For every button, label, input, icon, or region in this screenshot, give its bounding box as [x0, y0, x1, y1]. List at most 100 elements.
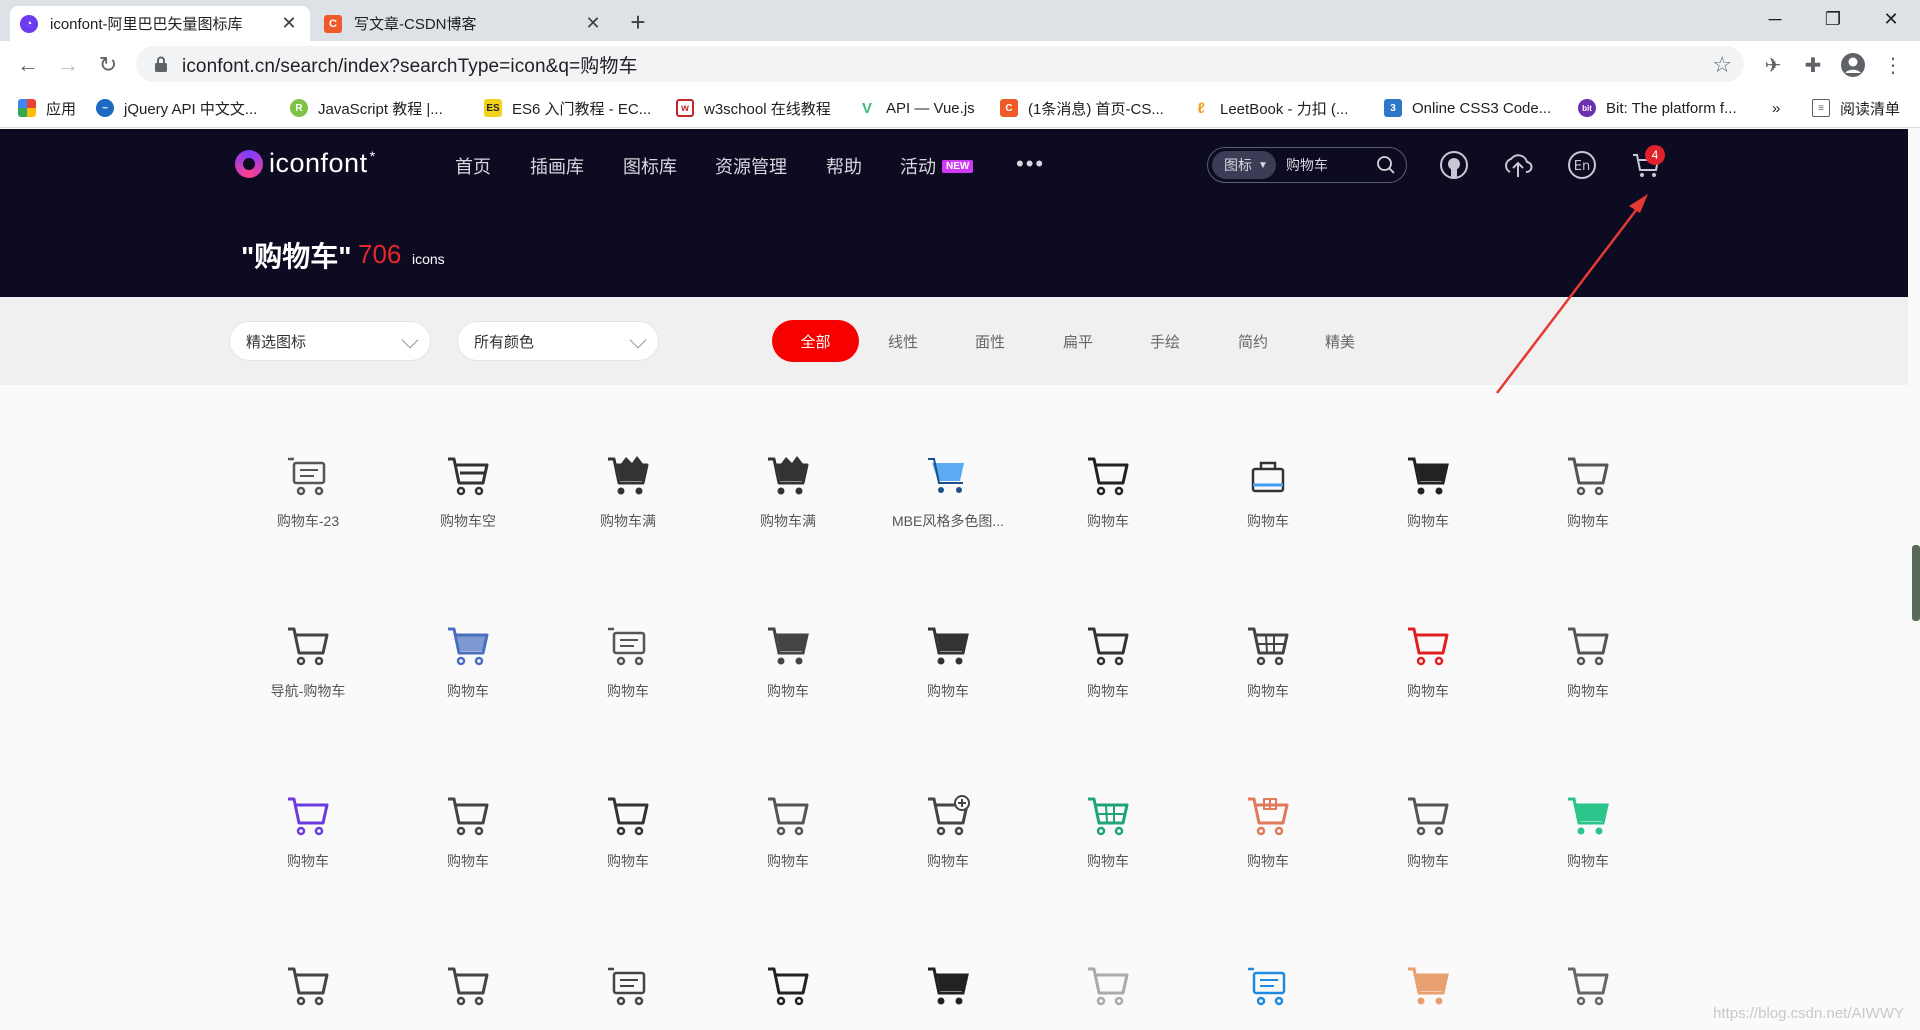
extension-bird-icon[interactable]: ✈ — [1758, 50, 1788, 80]
icon-card[interactable]: 购物车 — [1193, 451, 1343, 571]
close-window-icon[interactable]: ✕ — [1862, 0, 1920, 38]
bookmark-jquery[interactable]: ~ jQuery API 中文文... — [96, 97, 257, 119]
icon-card[interactable] — [233, 961, 383, 1030]
nav-help[interactable]: 帮助 — [826, 153, 862, 179]
language-en-icon[interactable]: En — [1566, 149, 1598, 181]
nav-resources[interactable]: 资源管理 — [715, 153, 787, 179]
icon-card[interactable]: 购物车 — [1193, 621, 1343, 741]
upload-icon[interactable] — [1502, 149, 1534, 181]
icon-card[interactable]: 购物车 — [873, 791, 1023, 911]
icon-card[interactable]: MBE风格多色图... — [873, 451, 1023, 571]
icon-card[interactable] — [393, 961, 543, 1030]
icon-card[interactable]: 购物车 — [713, 621, 863, 741]
color-filter-dropdown[interactable]: 所有颜色 — [457, 321, 659, 361]
close-tab-icon[interactable]: ✕ — [582, 13, 604, 34]
icon-card[interactable]: 购物车-23 — [233, 451, 383, 571]
icon-card[interactable]: 购物车 — [1033, 791, 1183, 911]
back-icon[interactable]: ← — [12, 49, 44, 81]
icon-card[interactable]: 购物车 — [713, 791, 863, 911]
icon-card[interactable]: 购物车 — [1033, 621, 1183, 741]
style-tab-simple[interactable]: 简约 — [1223, 320, 1283, 362]
icon-card[interactable]: 购物车 — [1353, 621, 1503, 741]
icon-card-label: 购物车 — [1567, 513, 1609, 529]
nav-activity[interactable]: 活动 NEW — [900, 153, 974, 179]
icon-card[interactable] — [873, 961, 1023, 1030]
icon-card[interactable]: 购物车 — [553, 791, 703, 911]
icon-card[interactable]: 购物车 — [1193, 791, 1343, 911]
bookmarks-bar: 应用 ~ jQuery API 中文文... R JavaScript 教程 |… — [0, 88, 1920, 128]
nav-icon-library[interactable]: 图标库 — [623, 153, 677, 179]
omnibox[interactable]: iconfont.cn/search/index?searchType=icon… — [136, 46, 1744, 82]
extensions-puzzle-icon[interactable]: ✚ — [1798, 50, 1828, 80]
icon-card[interactable] — [1193, 961, 1343, 1030]
icon-card[interactable]: 购物车空 — [393, 451, 543, 571]
icon-card[interactable] — [1513, 961, 1663, 1030]
url-text[interactable]: iconfont.cn/search/index?searchType=icon… — [182, 51, 638, 78]
icon-card[interactable]: 购物车满 — [713, 451, 863, 571]
icon-card-label: 购物车 — [607, 683, 649, 699]
style-tab-hand-drawn[interactable]: 手绘 — [1135, 320, 1195, 362]
github-icon[interactable] — [1438, 149, 1470, 181]
bookmark-leetbook[interactable]: ℓ LeetBook - 力扣 (... — [1192, 97, 1348, 119]
new-tab-button[interactable]: + — [624, 9, 652, 37]
icon-card[interactable]: 购物车 — [553, 621, 703, 741]
restore-icon[interactable]: ❐ — [1804, 0, 1862, 38]
bookmark-bit[interactable]: bit Bit: The platform f... — [1578, 97, 1737, 119]
es6-icon: ES — [484, 99, 502, 117]
icon-card[interactable]: 购物车 — [393, 791, 543, 911]
minimize-icon[interactable]: ─ — [1746, 0, 1804, 38]
icon-card[interactable]: 购物车 — [1513, 451, 1663, 571]
icon-card[interactable] — [1033, 961, 1183, 1030]
search-icon[interactable] — [1376, 155, 1396, 175]
bookmark-apps[interactable]: 应用 — [18, 97, 76, 119]
style-tab-fill[interactable]: 面性 — [960, 320, 1020, 362]
style-tab-exquisite[interactable]: 精美 — [1310, 320, 1370, 362]
icon-card-label: 购物车 — [1087, 853, 1129, 869]
featured-icons-dropdown[interactable]: 精选图标 — [229, 321, 431, 361]
style-tab-line[interactable]: 线性 — [873, 320, 933, 362]
search-type-select[interactable]: 图标 ▼ — [1212, 151, 1276, 179]
cart-list-icon — [1248, 967, 1286, 1006]
icon-card[interactable]: 购物车 — [1033, 451, 1183, 571]
icon-card-label: 购物车 — [287, 853, 329, 869]
bookmark-javascript[interactable]: R JavaScript 教程 |... — [290, 97, 443, 119]
icon-card[interactable] — [1353, 961, 1503, 1030]
icon-card[interactable]: 购物车 — [1513, 621, 1663, 741]
forward-icon[interactable]: → — [52, 49, 84, 81]
bookmark-vue[interactable]: V API — Vue.js — [858, 97, 975, 119]
reload-icon[interactable]: ↻ — [92, 49, 124, 81]
icon-card[interactable]: 购物车 — [1513, 791, 1663, 911]
style-tab-flat[interactable]: 扁平 — [1048, 320, 1108, 362]
search-input[interactable]: 购物车 — [1286, 155, 1376, 175]
browser-menu-icon[interactable]: ⋮ — [1878, 50, 1908, 80]
bookmark-w3school[interactable]: w w3school 在线教程 — [676, 97, 831, 119]
icon-card[interactable] — [553, 961, 703, 1030]
bookmark-es6[interactable]: ES ES6 入门教程 - EC... — [484, 97, 651, 119]
icon-card[interactable]: 购物车 — [233, 791, 383, 911]
close-tab-icon[interactable]: ✕ — [278, 13, 300, 34]
svg-text:En: En — [1574, 159, 1590, 174]
more-bookmarks-button[interactable]: » — [1772, 97, 1780, 119]
scrollbar-thumb[interactable] — [1912, 545, 1920, 621]
browser-tab-csdn[interactable]: C 写文章-CSDN博客 ✕ — [314, 6, 614, 41]
icon-card[interactable]: 购物车满 — [553, 451, 703, 571]
iconfont-logo[interactable]: iconfont * — [235, 148, 376, 179]
icon-card[interactable]: 购物车 — [393, 621, 543, 741]
cart-solid-icon — [1408, 967, 1449, 1005]
reading-list[interactable]: ≡ 阅读清单 — [1812, 97, 1900, 119]
more-menu-icon[interactable]: ••• — [1016, 151, 1045, 177]
icon-card-label: 购物车 — [447, 853, 489, 869]
bookmark-css3[interactable]: 3 Online CSS3 Code... — [1384, 97, 1551, 119]
icon-card[interactable]: 购物车 — [873, 621, 1023, 741]
icon-card[interactable]: 购物车 — [1353, 451, 1503, 571]
icon-card[interactable]: 购物车 — [1353, 791, 1503, 911]
browser-tab-iconfont[interactable]: ◔ iconfont-阿里巴巴矢量图标库 ✕ — [10, 6, 310, 41]
icon-card[interactable]: 导航-购物车 — [233, 621, 383, 741]
nav-illustrations[interactable]: 插画库 — [530, 153, 584, 179]
bookmark-star-icon[interactable]: ☆ — [1712, 52, 1732, 78]
profile-avatar-icon[interactable] — [1838, 50, 1868, 80]
bookmark-csdn[interactable]: C (1条消息) 首页-CS... — [1000, 97, 1164, 119]
icon-card[interactable] — [713, 961, 863, 1030]
nav-home[interactable]: 首页 — [455, 153, 491, 179]
style-tab-all[interactable]: 全部 — [772, 320, 859, 362]
